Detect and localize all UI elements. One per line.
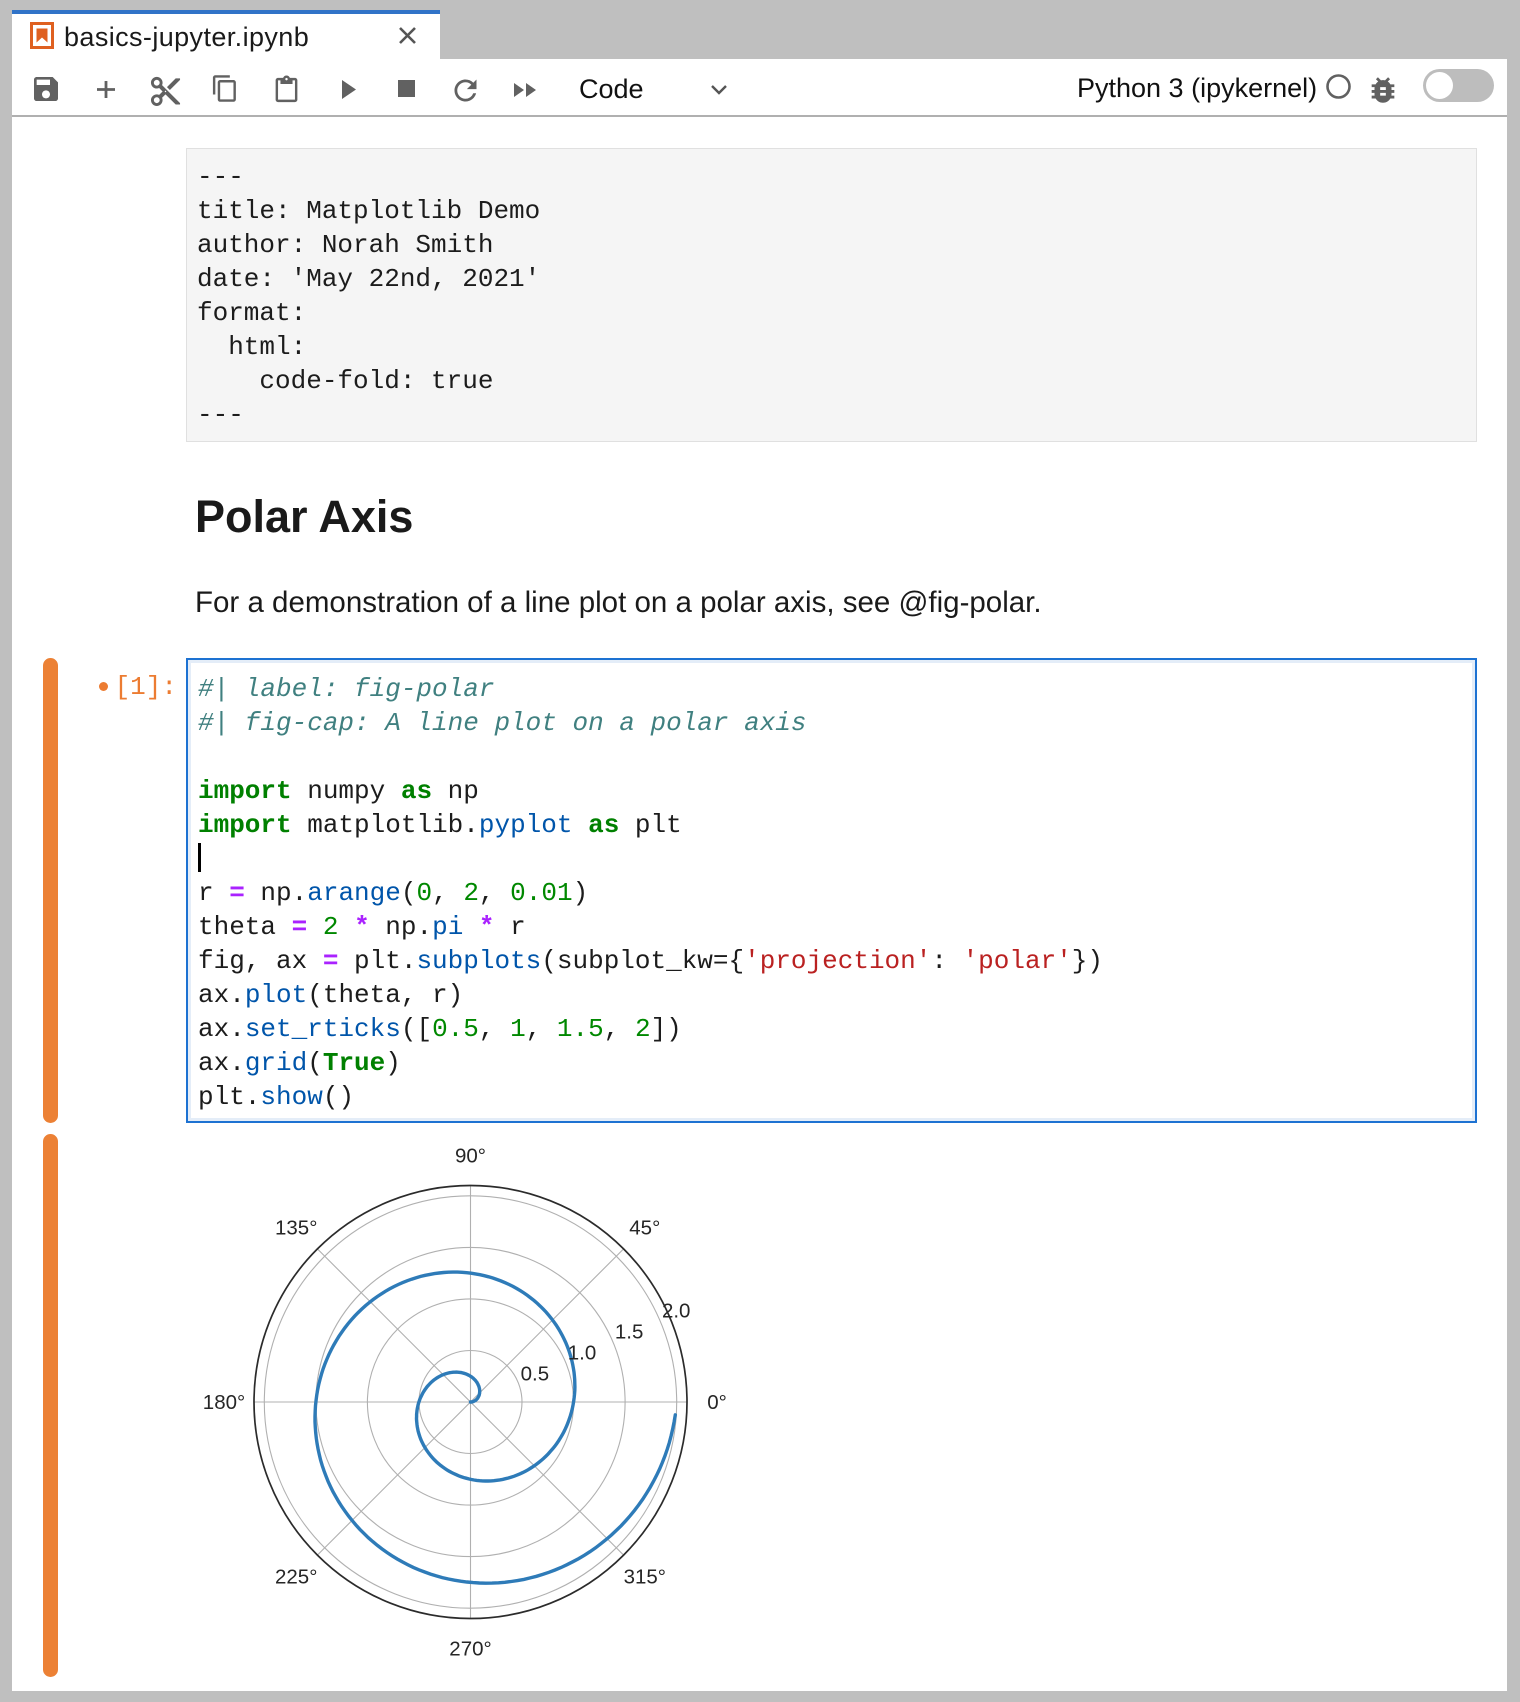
svg-text:270°: 270° bbox=[449, 1638, 491, 1661]
svg-text:315°: 315° bbox=[624, 1565, 666, 1588]
svg-text:1.5: 1.5 bbox=[615, 1320, 644, 1343]
svg-text:45°: 45° bbox=[629, 1217, 660, 1240]
svg-text:135°: 135° bbox=[275, 1217, 317, 1240]
svg-text:225°: 225° bbox=[275, 1565, 317, 1588]
svg-text:1.0: 1.0 bbox=[568, 1341, 597, 1364]
svg-text:90°: 90° bbox=[455, 1145, 486, 1168]
svg-text:0.5: 0.5 bbox=[521, 1362, 550, 1385]
svg-text:2.0: 2.0 bbox=[662, 1299, 691, 1322]
svg-text:180°: 180° bbox=[203, 1391, 245, 1414]
svg-text:0°: 0° bbox=[707, 1391, 727, 1414]
